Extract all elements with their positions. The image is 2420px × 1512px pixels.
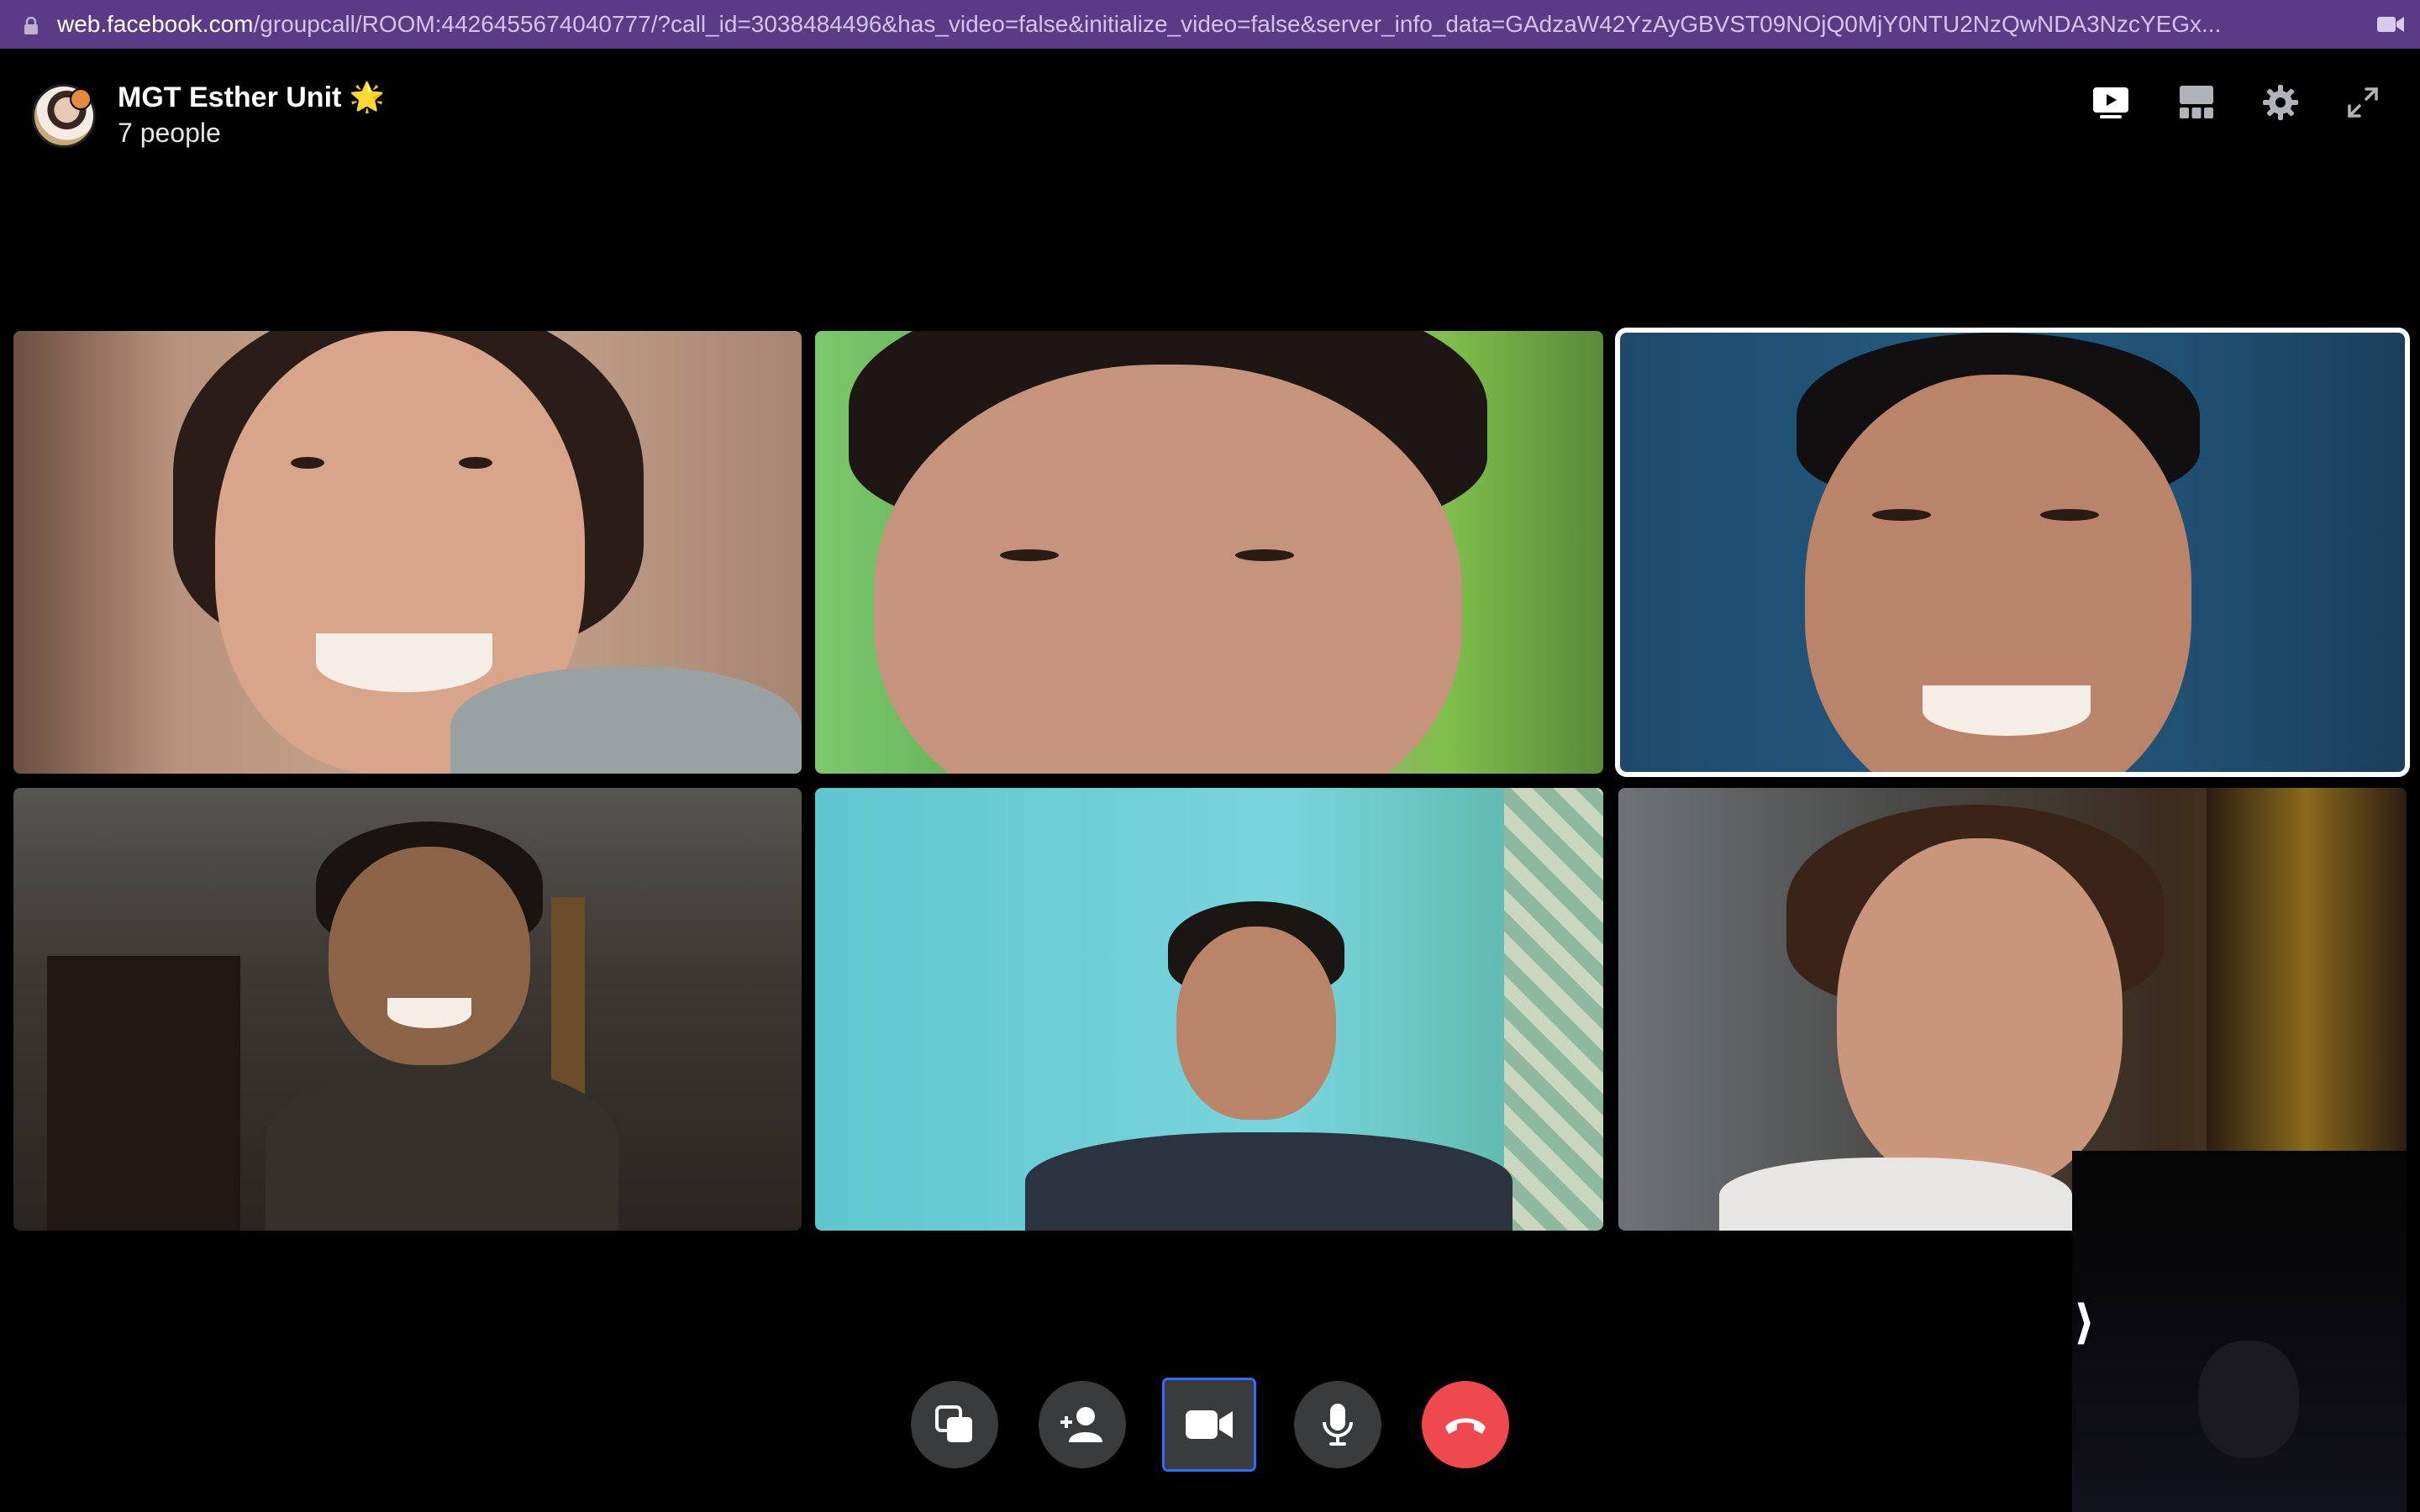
participant-video-2[interactable] (815, 331, 1603, 774)
participant-video-4[interactable] (13, 788, 802, 1231)
settings-icon[interactable] (2257, 79, 2304, 126)
add-person-button[interactable] (1039, 1381, 1126, 1468)
participant-video-5[interactable] (815, 788, 1603, 1231)
share-screen-button[interactable] (911, 1381, 998, 1468)
participant-face (1176, 927, 1336, 1120)
url-domain: web.facebook.com (57, 11, 254, 37)
collapse-self-view-button[interactable]: ⟩ (2074, 1299, 2096, 1346)
camera-in-use-icon[interactable] (2376, 14, 2405, 34)
curtain (1504, 788, 1603, 1231)
participant-eye (1000, 549, 1059, 561)
participant-shirt (266, 1065, 618, 1231)
end-call-icon (1445, 1418, 1486, 1434)
share-screen-icon (935, 1405, 972, 1442)
self-face (2198, 1341, 2299, 1458)
microphone-button[interactable] (1294, 1381, 1381, 1468)
participant-smile (387, 998, 471, 1028)
participant-eye (459, 457, 492, 469)
video-toggle-button[interactable] (1162, 1378, 1256, 1472)
lock-icon (24, 17, 38, 34)
participant-eye (1235, 549, 1294, 561)
grid-layout-icon[interactable] (2173, 79, 2220, 126)
participant-video-1[interactable] (13, 331, 802, 774)
participant-smile (1923, 685, 2091, 736)
video-camera-icon (1186, 1410, 1233, 1439)
self-view-video[interactable] (2072, 1151, 2407, 1512)
participant-face (329, 847, 530, 1065)
participant-video-3-active-speaker[interactable] (1615, 328, 2410, 777)
participant-shirt (1025, 1132, 1512, 1231)
participant-shirt (450, 667, 802, 774)
avatar-badge (70, 88, 92, 110)
participant-eye (1872, 509, 1931, 521)
group-name: MGT Esther Unit 🌟 (118, 81, 386, 113)
call-header: MGT Esther Unit 🌟 7 people (0, 49, 2420, 175)
participant-eye (2040, 509, 2099, 521)
screen-share-view-icon[interactable] (2087, 79, 2134, 126)
microphone-icon (1323, 1404, 1353, 1446)
participant-smile (316, 633, 492, 692)
url-path: /groupcall/ROOM:4426455674040777/?call_i… (253, 11, 2222, 37)
participant-face (874, 365, 1462, 774)
group-avatar (32, 84, 96, 148)
participant-shirt (1719, 1158, 2072, 1231)
participant-count: 7 people (118, 118, 221, 148)
fullscreen-icon[interactable] (2339, 79, 2386, 126)
participant-face (1837, 838, 2123, 1191)
participant-eye (291, 457, 324, 469)
chair (47, 956, 240, 1231)
browser-url-bar[interactable]: web.facebook.com/groupcall/ROOM:44264556… (0, 0, 2420, 49)
end-call-button[interactable] (1422, 1381, 1509, 1468)
add-person-icon (1060, 1407, 1102, 1442)
url-text[interactable]: web.facebook.com/groupcall/ROOM:44264556… (57, 0, 2326, 49)
